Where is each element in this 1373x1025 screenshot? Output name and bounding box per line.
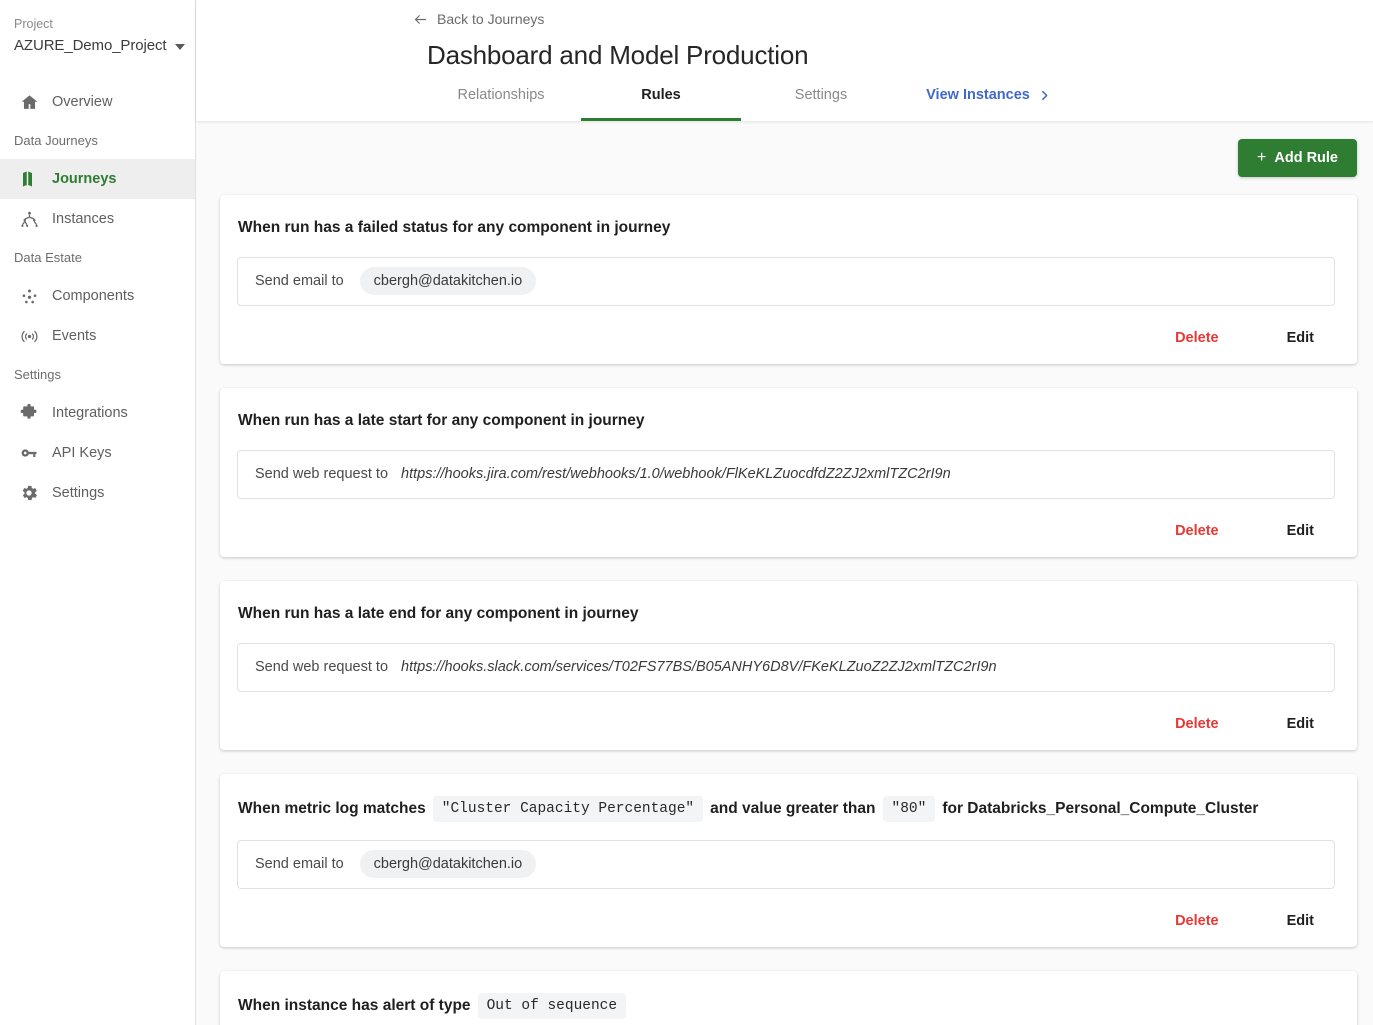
sidebar-item-api-keys[interactable]: API Keys [0,433,195,473]
arrow-left-icon [413,12,428,27]
gear-icon [18,482,40,504]
map-icon [18,168,40,190]
tab-relationships[interactable]: Relationships [421,86,581,121]
components-icon [18,285,40,307]
sidebar-nav: Overview Data Journeys Journeys Instance… [0,82,195,513]
sidebar: Project AZURE_Demo_Project Overview Data… [0,0,196,1025]
project-selector[interactable]: AZURE_Demo_Project [14,36,186,56]
rule-title: When run has a late end for any componen… [237,603,1335,625]
rule-action-box: Send web request to https://hooks.slack.c… [237,642,1335,692]
rule-card: When run has a failed status for any com… [220,194,1357,364]
rule-title-text: for Databricks_Personal_Compute_Cluster [942,799,1259,817]
delete-rule-button[interactable]: Delete [1165,709,1229,740]
broadcast-icon [18,325,40,347]
add-rule-label: Add Rule [1274,149,1338,166]
rule-title-text: and value greater than [710,799,876,817]
sidebar-group-data-estate: Data Estate [14,250,82,265]
main-area: Back to Journeys Dashboard and Model Pro… [196,0,1373,1025]
edit-rule-button[interactable]: Edit [1277,906,1324,937]
add-rule-button[interactable]: + Add Rule [1238,138,1357,177]
tab-settings[interactable]: Settings [741,86,901,121]
delete-rule-button[interactable]: Delete [1165,323,1229,354]
tab-view-instances[interactable]: View Instances [901,86,1076,121]
rules-list: When run has a failed status for any com… [220,194,1357,1025]
rule-action-box: Send web request to https://hooks.jira.co… [237,449,1335,499]
rule-card: When metric log matches "Cluster Capacity… [220,773,1357,947]
rule-card-actions: Delete Edit [237,507,1335,557]
sidebar-item-settings[interactable]: Settings [0,473,195,513]
rule-card-actions: Delete Edit [237,897,1335,947]
sidebar-item-label: Instances [52,211,115,227]
sidebar-item-label: Journeys [52,171,117,187]
rule-card: When run has a late start for any compon… [220,387,1357,557]
rule-action-label: Send email to [255,856,344,872]
sidebar-item-integrations[interactable]: Integrations [0,393,195,433]
sidebar-item-components[interactable]: Components [0,276,195,316]
home-icon [18,91,40,113]
view-instances-label: View Instances [926,86,1030,103]
rule-card-actions: Delete Edit [237,314,1335,364]
sidebar-item-label: Overview [52,94,113,110]
delete-rule-button[interactable]: Delete [1165,906,1229,937]
chevron-right-icon [1038,89,1051,102]
app-root: Project AZURE_Demo_Project Overview Data… [0,0,1373,1025]
rule-title: When run has a failed status for any com… [237,217,1335,239]
back-link-label: Back to Journeys [437,11,545,27]
rules-scroll-region[interactable]: + Add Rule When run has a failed status … [196,120,1373,1025]
rule-email-chip: cbergh@datakitchen.io [359,850,537,878]
chevron-down-icon [175,44,186,50]
rules-toolbar: + Add Rule [220,138,1357,177]
rule-value-chip: Out of sequence [477,992,627,1019]
sidebar-group-settings: Settings [14,367,61,382]
rule-action-label: Send email to [255,273,344,289]
rule-title-text: When metric log matches [238,799,426,817]
sidebar-item-instances[interactable]: Instances [0,199,195,239]
rule-title-text: When run has a failed status for any com… [238,218,671,236]
sidebar-group-data-journeys: Data Journeys [14,133,98,148]
rule-title: When run has a late start for any compon… [237,410,1335,432]
sidebar-item-events[interactable]: Events [0,316,195,356]
rule-value-chip: "Cluster Capacity Percentage" [432,795,704,822]
rule-title: When metric log matches "Cluster Capacity… [237,795,1335,822]
sidebar-item-label: API Keys [52,445,112,461]
edit-rule-button[interactable]: Edit [1277,709,1324,740]
rule-action-box: Send email to cbergh@datakitchen.io [237,839,1335,889]
back-to-journeys-link[interactable]: Back to Journeys [413,10,544,28]
sidebar-item-overview[interactable]: Overview [0,82,195,122]
sidebar-item-label: Integrations [52,405,128,421]
rule-value-chip: "80" [882,795,936,822]
plus-icon: + [1257,148,1267,166]
rule-card: When run has a late end for any componen… [220,580,1357,750]
sidebar-item-label: Settings [52,485,105,501]
rule-email-chip: cbergh@datakitchen.io [359,267,537,295]
rule-card: When instance has alert of type Out of se… [220,970,1357,1025]
rule-title-text: When run has a late end for any componen… [238,604,639,622]
project-name: AZURE_Demo_Project [14,37,167,54]
rules-content: + Add Rule When run has a failed status … [196,121,1373,1025]
project-label: Project [14,17,53,31]
delete-rule-button[interactable]: Delete [1165,516,1229,547]
edit-rule-button[interactable]: Edit [1277,516,1324,547]
rule-url-value: https://hooks.slack.com/services/T02FS77… [401,659,997,675]
tab-bar: Relationships Rules Settings View Instan… [421,86,1373,121]
rule-title-text: When run has a late start for any compon… [238,411,645,429]
edit-rule-button[interactable]: Edit [1277,323,1324,354]
page-header: Back to Journeys Dashboard and Model Pro… [196,0,1373,121]
key-icon [18,442,40,464]
hierarchy-icon [18,208,40,230]
rule-title: When instance has alert of type Out of se… [237,992,1335,1019]
rule-action-label: Send web request to [255,466,389,482]
rule-title-text: When instance has alert of type [238,996,471,1014]
rule-url-value: https://hooks.jira.com/rest/webhooks/1.0… [401,466,951,482]
sidebar-item-label: Components [52,288,135,304]
tab-rules[interactable]: Rules [581,86,741,121]
sidebar-item-journeys[interactable]: Journeys [0,159,195,199]
rule-card-actions: Delete Edit [237,700,1335,750]
project-block: Project AZURE_Demo_Project [0,0,195,56]
rule-action-box: Send email to cbergh@datakitchen.io [237,256,1335,306]
rule-action-label: Send web request to [255,659,389,675]
page-title: Dashboard and Model Production [427,39,809,70]
puzzle-icon [18,402,40,424]
sidebar-item-label: Events [52,328,97,344]
